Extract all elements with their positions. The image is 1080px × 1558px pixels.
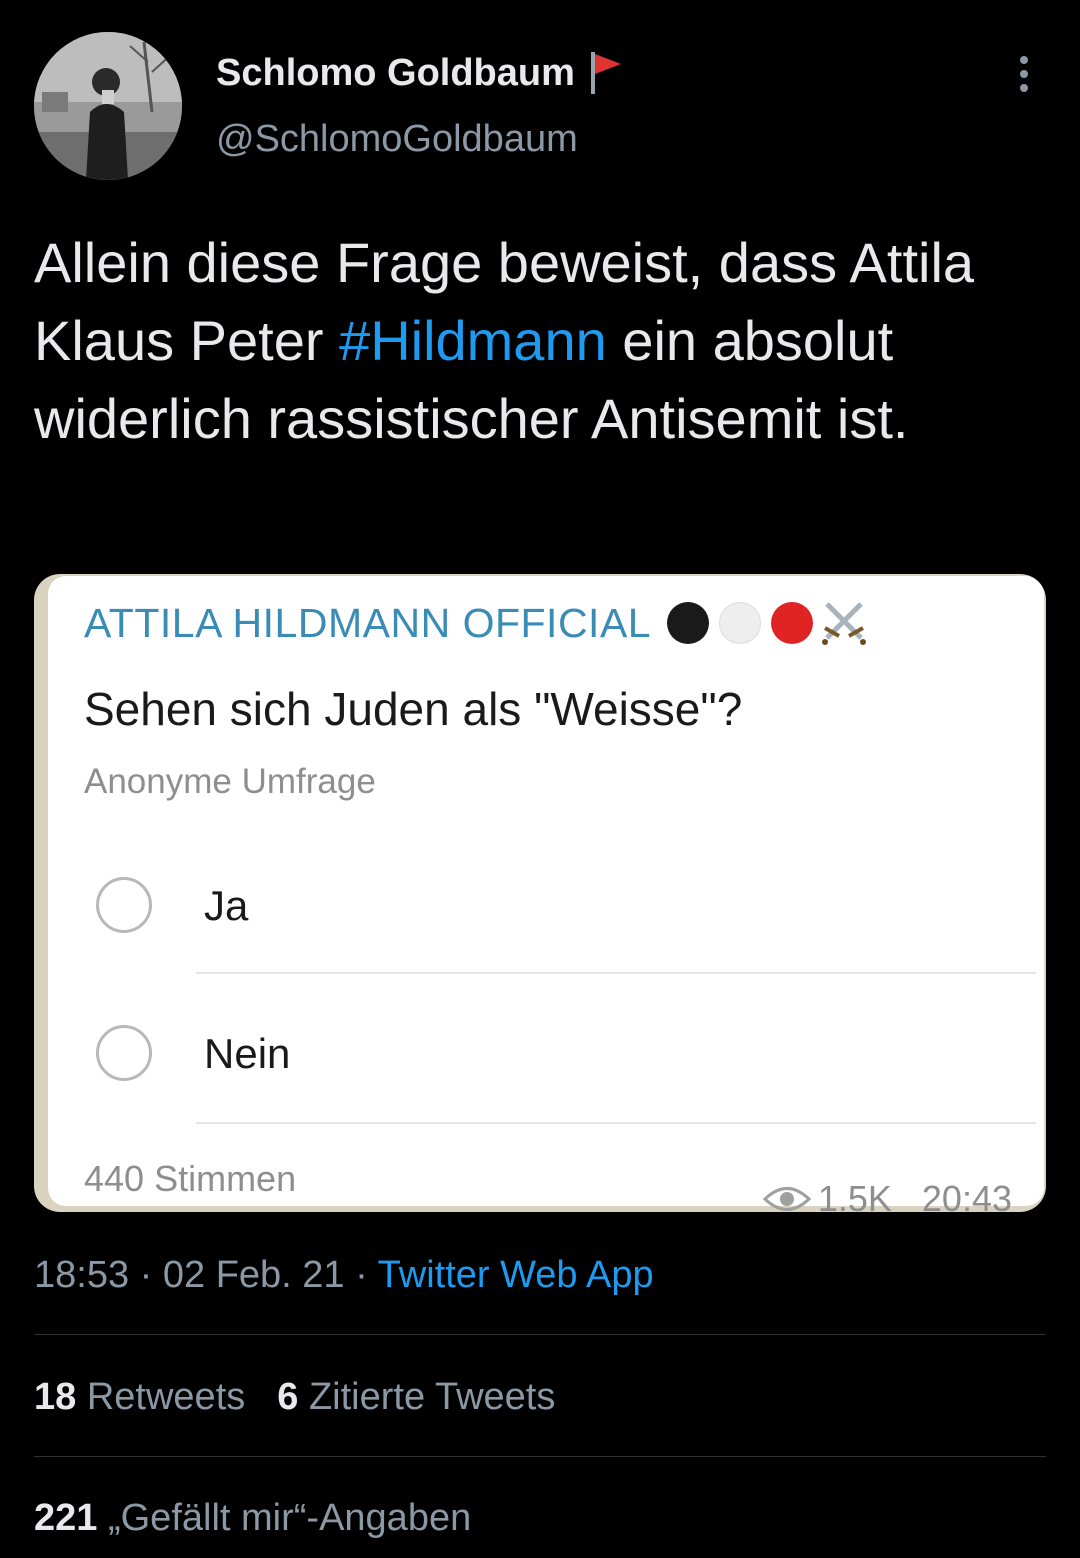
quote-tweets-count: 6 xyxy=(277,1376,299,1418)
likes-count: 221 xyxy=(34,1497,98,1539)
poll-option-label: Nein xyxy=(204,1030,291,1077)
poll-question: Sehen sich Juden als "Weisse"? xyxy=(84,683,743,735)
poll-views: 1.5K xyxy=(817,1178,892,1212)
poll-type-label: Anonyme Umfrage xyxy=(84,762,376,801)
avatar[interactable] xyxy=(34,32,182,180)
quote-tweets-label: Zitierte Tweets xyxy=(308,1376,556,1418)
option-divider xyxy=(196,972,1036,974)
retweets-count: 18 xyxy=(34,1376,77,1418)
channel-name: ATTILA HILDMANN OFFICIAL xyxy=(84,599,652,646)
red-flag-icon xyxy=(590,52,621,94)
radio-icon xyxy=(96,1025,152,1081)
separator: · xyxy=(344,1254,378,1296)
crossed-swords-icon xyxy=(822,602,867,645)
tweet-date[interactable]: 02 Feb. 21 xyxy=(163,1254,345,1296)
black-circle-icon xyxy=(667,602,710,644)
poll-vote-count: 440 Stimmen xyxy=(84,1158,297,1199)
poll-option-label: Ja xyxy=(204,882,249,929)
tweet-time[interactable]: 18:53 xyxy=(34,1254,129,1296)
poll-time: 20:43 xyxy=(921,1178,1012,1212)
white-circle-icon xyxy=(719,602,762,644)
radio-icon xyxy=(96,877,152,933)
retweets-label: Retweets xyxy=(86,1376,246,1418)
retweets-stat[interactable]: 18 Retweets xyxy=(34,1376,245,1418)
tweet-source-link[interactable]: Twitter Web App xyxy=(378,1254,654,1296)
display-name[interactable]: Schlomo Goldbaum xyxy=(216,52,575,95)
quote-tweets-stat[interactable]: 6 Zitierte Tweets xyxy=(277,1376,555,1418)
more-options-icon[interactable] xyxy=(1010,56,1038,96)
tweet-text: Allein diese Frage beweist, dass Attila … xyxy=(34,224,1044,458)
divider xyxy=(34,1334,1046,1335)
likes-stat[interactable]: 221 „Gefällt mir“-Angaben xyxy=(34,1497,471,1539)
user-handle[interactable]: @SchlomoGoldbaum xyxy=(216,118,578,161)
divider xyxy=(34,1456,1046,1457)
poll-meta: 1.5K 20:43 xyxy=(762,1178,1012,1212)
tweet-timestamp: 18:53 · 02 Feb. 21 · Twitter Web App xyxy=(34,1254,654,1297)
author-name-row[interactable]: Schlomo Goldbaum xyxy=(216,50,625,96)
engagement-stats: 18 Retweets 6 Zitierte Tweets xyxy=(34,1376,587,1419)
avatar-photo xyxy=(34,32,182,180)
eye-icon xyxy=(762,1187,812,1211)
likes-row: 221 „Gefällt mir“-Angaben xyxy=(34,1497,503,1540)
channel-header: ATTILA HILDMANN OFFICIAL xyxy=(84,598,869,648)
red-circle-icon xyxy=(771,602,814,644)
poll-option-nein: Nein xyxy=(96,1020,1036,1090)
option-divider xyxy=(196,1122,1036,1124)
poll-card: ATTILA HILDMANN OFFICIAL Sehen sich Jude… xyxy=(48,576,1044,1212)
likes-label: „Gefällt mir“-Angaben xyxy=(107,1497,472,1539)
separator: · xyxy=(129,1254,163,1296)
poll-option-ja: Ja xyxy=(96,872,1036,942)
hashtag-link[interactable]: #Hildmann xyxy=(339,309,607,372)
tweet-media-image[interactable]: ATTILA HILDMANN OFFICIAL Sehen sich Jude… xyxy=(34,574,1046,1212)
